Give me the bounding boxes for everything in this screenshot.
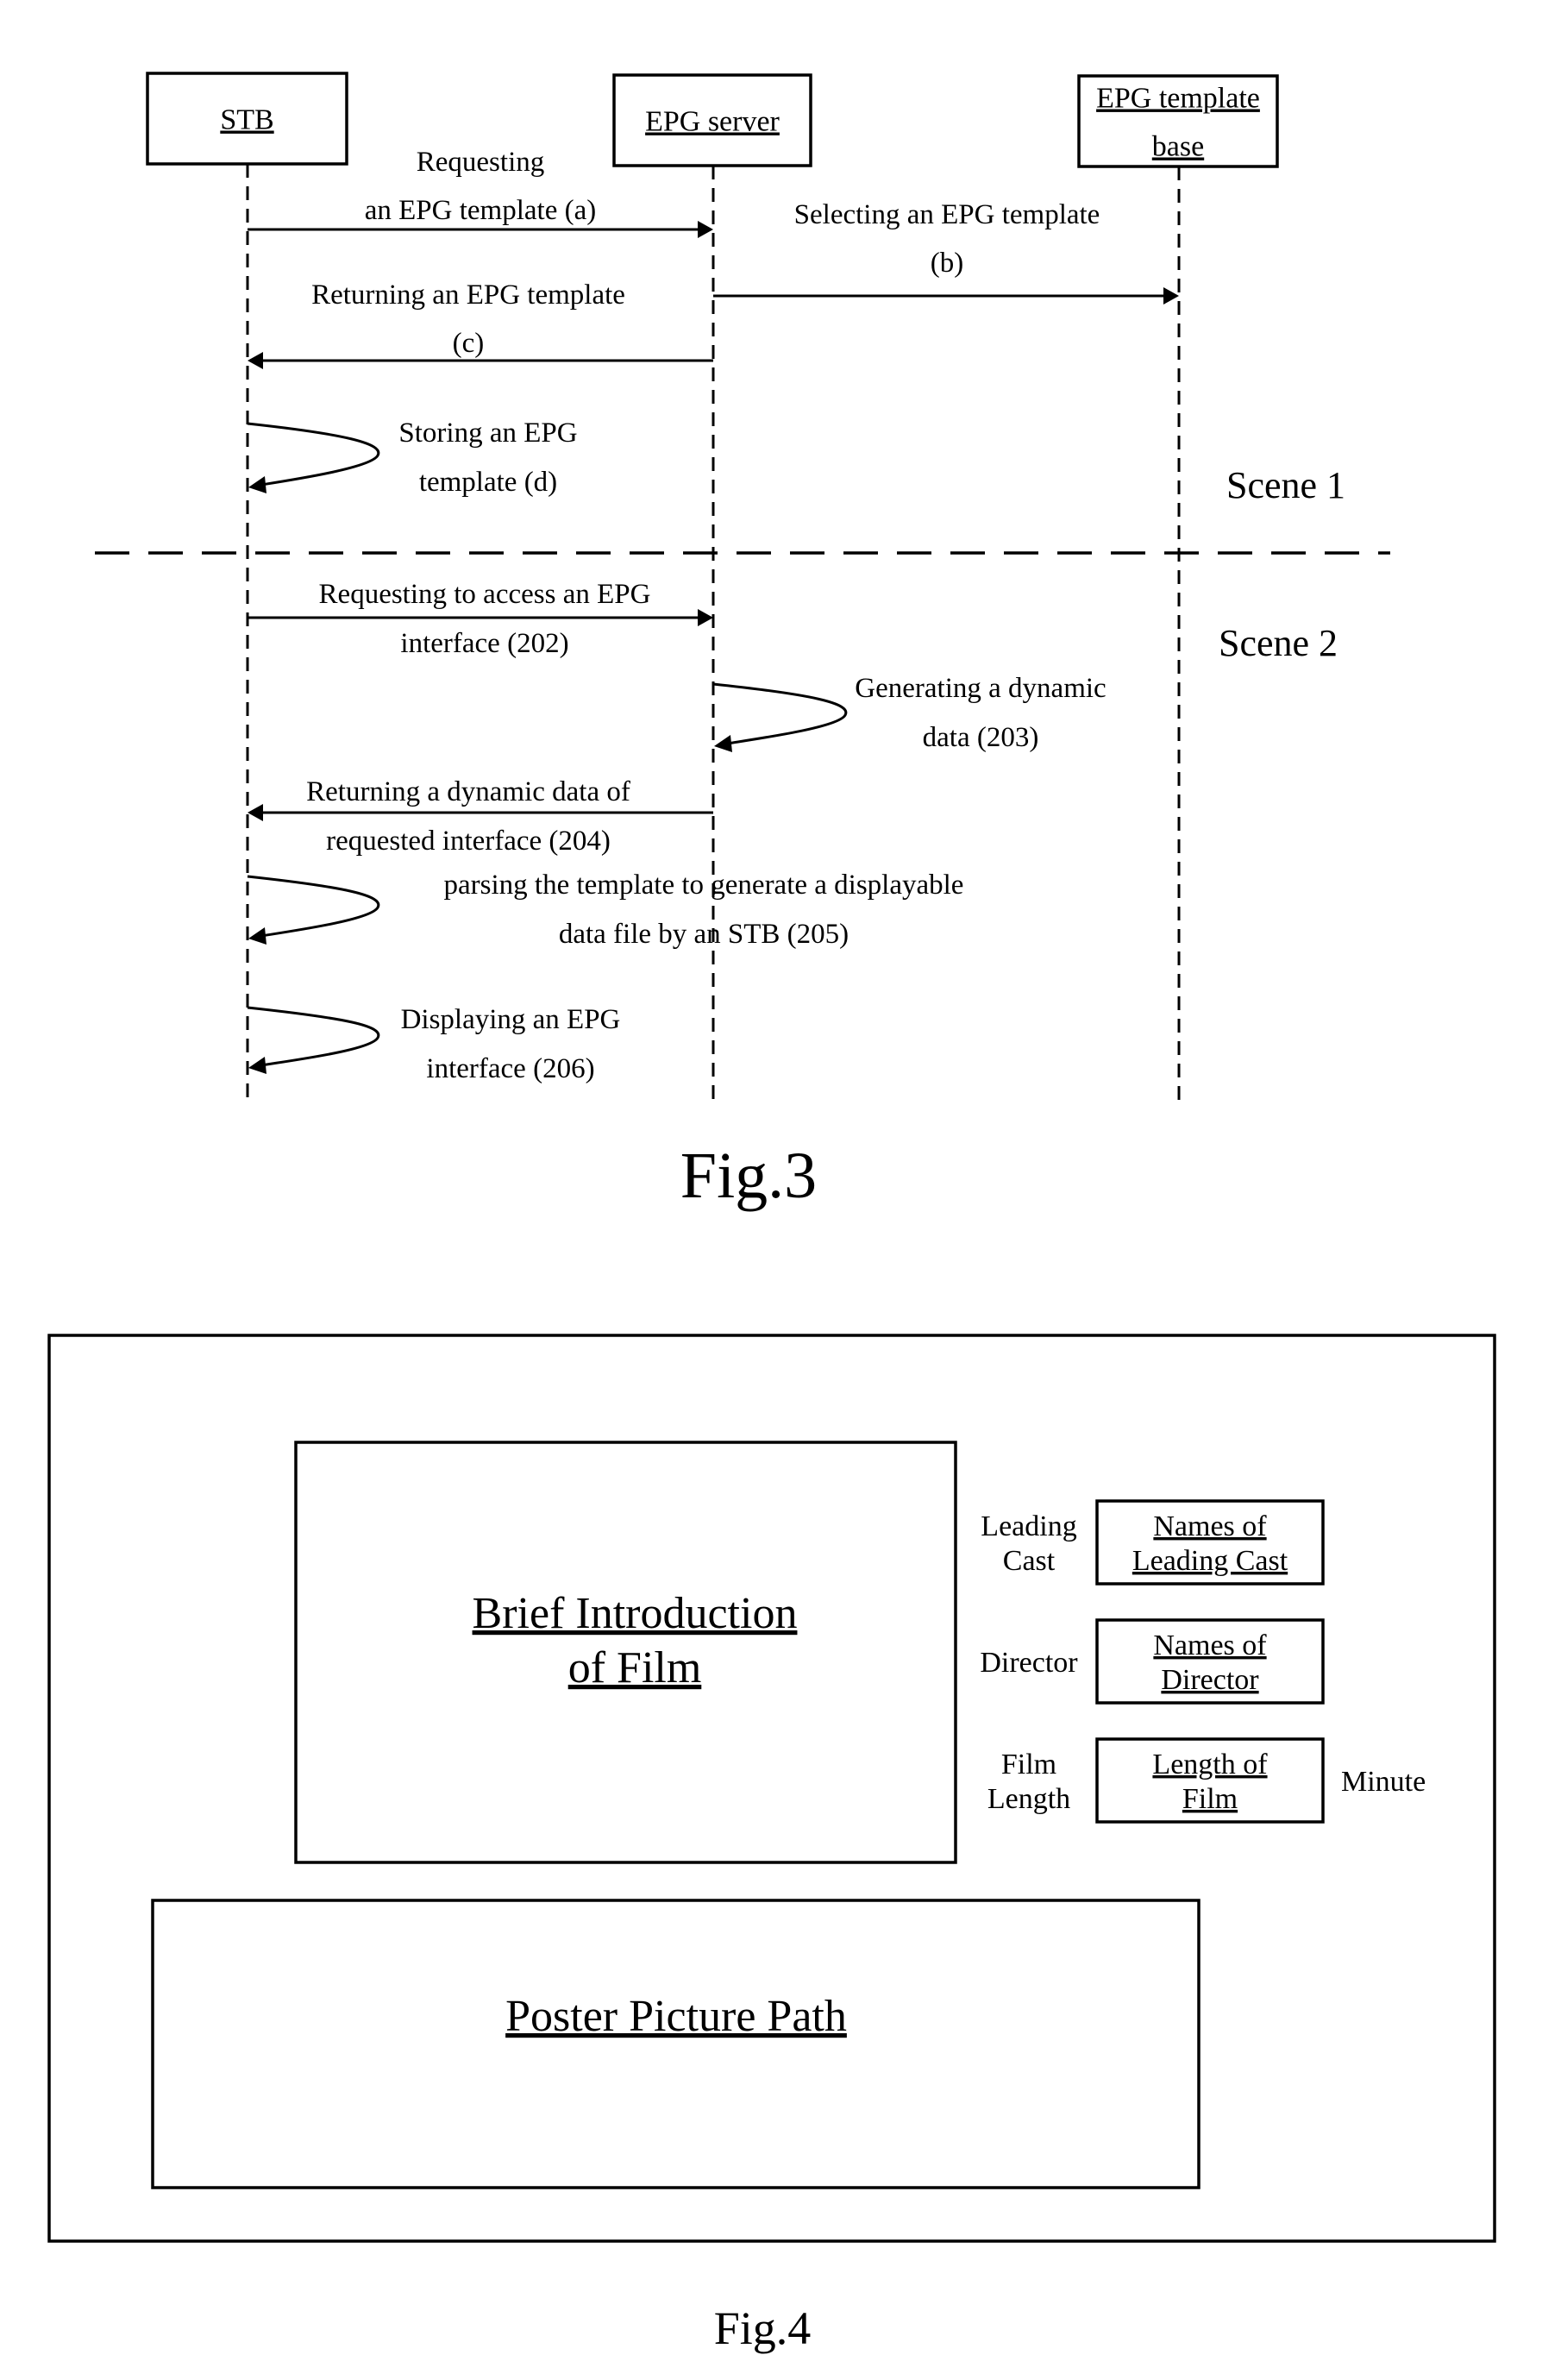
actor-label: STB	[220, 104, 273, 136]
field-unit: Minute	[1341, 1766, 1426, 1798]
message-label: Storing an EPG	[398, 418, 577, 449]
actor-stb: STB	[146, 72, 348, 1102]
message-204: Returning a dynamic data of requested int…	[248, 776, 713, 857]
intro-label: of Film	[568, 1643, 702, 1692]
actor-base: EPG template base	[1077, 74, 1279, 1102]
message-label: Displaying an EPG	[401, 1004, 621, 1035]
message-203: Generating a dynamic data (203)	[712, 673, 1106, 753]
actor-label: EPG server	[645, 106, 780, 138]
actor-label: EPG template	[1096, 83, 1260, 115]
arrowhead-icon	[698, 609, 713, 626]
field-label: Length	[987, 1783, 1070, 1815]
actor-label: base	[1152, 131, 1204, 163]
message-label: Requesting to access an EPG	[319, 579, 651, 610]
message-label: Generating a dynamic	[855, 673, 1106, 704]
scene-2-label: Scene 2	[1219, 622, 1338, 664]
intro-label: Brief Introduction	[473, 1589, 798, 1638]
message-label: Returning a dynamic data of	[306, 776, 630, 807]
self-message-arrow	[247, 875, 380, 938]
message-label: (c)	[453, 328, 485, 359]
patent-figures: STB EPG server EPG template base Requesting a…	[47, 72, 1496, 2354]
message-202: Requesting to access an EPG interface (20…	[248, 579, 713, 659]
arrowhead-icon	[248, 1057, 266, 1074]
message-label: an EPG template (a)	[365, 195, 596, 226]
message-label: data file by an STB (205)	[559, 919, 849, 950]
field-value: Names of	[1153, 1510, 1267, 1542]
poster-box	[151, 1899, 1201, 2189]
figure-3-caption: Fig.3	[680, 1140, 817, 1212]
arrowhead-icon	[1163, 287, 1179, 305]
message-206: Displaying an EPG interface (206)	[247, 1004, 621, 1084]
message-label: Requesting	[417, 147, 544, 178]
arrowhead-icon	[248, 804, 263, 821]
field-value: Length of	[1152, 1749, 1268, 1780]
message-label: parsing the template to generate a displ…	[444, 870, 964, 901]
field-value: Film	[1182, 1783, 1238, 1815]
arrowhead-icon	[248, 476, 266, 493]
field-value: Names of	[1153, 1630, 1267, 1661]
field-label: Leading	[981, 1510, 1076, 1542]
field-label: Cast	[1003, 1545, 1056, 1577]
self-message-arrow	[712, 682, 848, 745]
intro-region: Brief Introduction of Film	[294, 1441, 957, 1864]
field-value: Leading Cast	[1132, 1545, 1288, 1577]
poster-label: Poster Picture Path	[505, 1992, 847, 2041]
arrowhead-icon	[698, 221, 713, 238]
figure-4-caption: Fig.4	[714, 2302, 812, 2354]
arrowhead-icon	[714, 735, 732, 752]
field-label: Film	[1001, 1749, 1056, 1780]
figure-3-sequence-diagram: STB EPG server EPG template base Requesting a…	[95, 72, 1390, 1212]
message-label: data (203)	[923, 722, 1039, 753]
figure-4-epg-template-layout: Brief Introduction of Film Poster Picture …	[47, 1334, 1496, 2354]
message-label: (b)	[931, 248, 963, 279]
self-message-arrow	[247, 422, 380, 487]
message-label: template (d)	[419, 467, 557, 498]
message-c: Returning an EPG template (c)	[248, 279, 713, 369]
message-label: interface (206)	[426, 1053, 594, 1084]
message-d: Storing an EPG template (d)	[247, 418, 578, 498]
message-label: Selecting an EPG template	[794, 199, 1100, 230]
message-label: requested interface (204)	[326, 826, 611, 857]
message-label: Returning an EPG template	[311, 279, 625, 311]
poster-region: Poster Picture Path	[151, 1899, 1201, 2189]
arrowhead-icon	[248, 927, 266, 945]
field-value: Director	[1161, 1664, 1259, 1696]
field-label: Director	[980, 1647, 1078, 1679]
message-b: Selecting an EPG template (b)	[713, 199, 1179, 305]
scene-1-label: Scene 1	[1226, 464, 1345, 506]
message-label: interface (202)	[400, 628, 568, 659]
self-message-arrow	[247, 1006, 380, 1067]
message-205: parsing the template to generate a displ…	[247, 870, 964, 950]
arrowhead-icon	[248, 352, 263, 369]
